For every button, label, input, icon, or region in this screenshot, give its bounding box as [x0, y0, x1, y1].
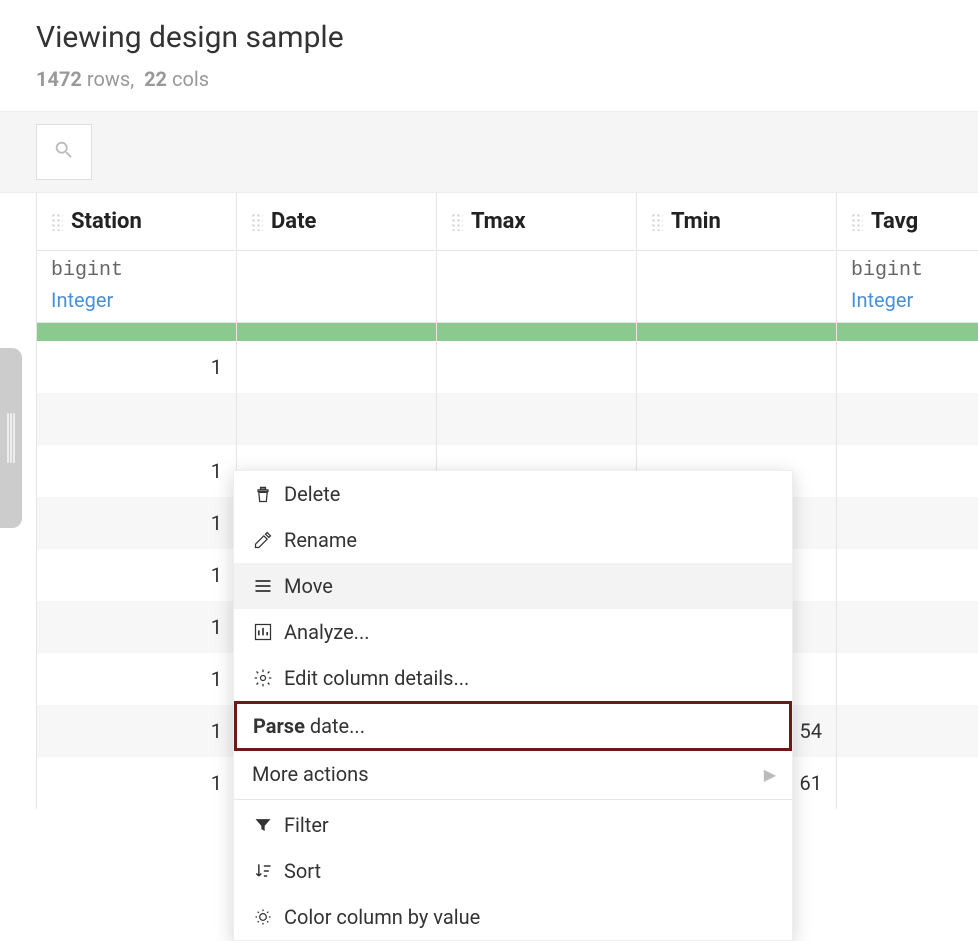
menu-label: Delete	[284, 482, 340, 506]
hamburger-icon	[252, 575, 274, 597]
table-row[interactable]: 42	[37, 393, 978, 445]
menu-move[interactable]: Move	[234, 563, 792, 609]
gear-icon	[252, 667, 274, 689]
cell: 1	[37, 601, 237, 653]
pencil-icon	[252, 529, 274, 551]
menu-filter[interactable]: Filter	[234, 802, 792, 848]
cols-label: cols	[172, 67, 209, 91]
green-bar	[837, 323, 978, 341]
menu-more-actions[interactable]: More actions ▶	[234, 751, 792, 797]
cell: 50	[837, 341, 978, 393]
menu-label: Move	[284, 574, 333, 598]
drag-handle-icon[interactable]	[851, 213, 863, 231]
col-name: Tmax	[471, 209, 526, 234]
cell: 1	[37, 549, 237, 601]
col-meaning[interactable]	[237, 284, 437, 323]
rows-label: rows,	[87, 67, 134, 91]
cell: 1	[37, 341, 237, 393]
cell: 1	[37, 497, 237, 549]
search-button[interactable]	[36, 124, 92, 180]
green-bar	[437, 323, 637, 341]
col-meaning[interactable]	[637, 284, 837, 323]
chevron-right-icon: ▶	[764, 765, 776, 784]
menu-rename[interactable]: Rename	[234, 517, 792, 563]
vertical-scrollbar-handle[interactable]	[0, 348, 22, 528]
menu-label: Edit column details...	[284, 666, 469, 690]
drag-handle-icon[interactable]	[451, 213, 463, 231]
menu-divider	[234, 799, 792, 800]
menu-label: Analyze...	[284, 620, 370, 644]
cell: 1	[37, 653, 237, 705]
col-name: Tavg	[871, 209, 918, 234]
column-header-station[interactable]: Station	[37, 193, 237, 251]
green-bar	[37, 323, 237, 341]
rows-count: 1472	[36, 67, 82, 91]
col-meaning[interactable]: Integer	[837, 284, 978, 323]
cell	[637, 341, 837, 393]
menu-label: Parse date...	[253, 714, 365, 738]
col-meaning[interactable]: Integer	[37, 284, 237, 323]
chart-icon	[252, 621, 274, 643]
cell	[437, 341, 637, 393]
cell: 49	[837, 497, 978, 549]
row-col-summary: 1472 rows, 22 cols	[36, 67, 942, 91]
menu-color-column[interactable]: Color column by value	[234, 894, 792, 940]
cell	[637, 393, 837, 445]
cell	[237, 341, 437, 393]
filter-icon	[252, 814, 274, 836]
menu-sort[interactable]: Sort	[234, 848, 792, 894]
cell: 49	[837, 601, 978, 653]
cell	[37, 393, 237, 445]
menu-label: Rename	[284, 528, 357, 552]
menu-edit-details[interactable]: Edit column details...	[234, 655, 792, 701]
green-bar	[637, 323, 837, 341]
menu-parse-date[interactable]: Parse date...	[234, 701, 792, 751]
col-name: Station	[71, 209, 142, 234]
cell: 53	[837, 549, 978, 601]
cell	[837, 705, 978, 757]
drag-handle-icon[interactable]	[651, 213, 663, 231]
cell	[237, 393, 437, 445]
column-header-tmax[interactable]: Tmax	[437, 193, 637, 251]
col-type	[637, 251, 837, 285]
col-meaning[interactable]	[437, 284, 637, 323]
col-type	[237, 251, 437, 285]
menu-analyze[interactable]: Analyze...	[234, 609, 792, 655]
menu-label: Filter	[284, 813, 329, 837]
cell: 42	[837, 393, 978, 445]
col-name: Date	[271, 209, 316, 234]
column-header-tmin[interactable]: Tmin	[637, 193, 837, 251]
menu-label: Color column by value	[284, 905, 480, 929]
cell: 47	[837, 653, 978, 705]
cell: 1	[37, 757, 237, 809]
menu-label: Sort	[284, 859, 321, 883]
col-type	[437, 251, 637, 285]
cell: 1	[37, 705, 237, 757]
drag-handle-icon[interactable]	[51, 213, 63, 231]
sun-icon	[252, 906, 274, 928]
column-context-menu: Delete Rename Move Analyze... Edit colum…	[233, 470, 793, 941]
table-row[interactable]: 1 50	[37, 341, 978, 393]
cell	[437, 393, 637, 445]
column-header-date[interactable]: Date	[237, 193, 437, 251]
cols-count: 22	[144, 67, 167, 91]
menu-label: More actions	[252, 762, 369, 786]
trash-icon	[252, 483, 274, 505]
cell: 1	[37, 445, 237, 497]
search-icon	[53, 139, 75, 165]
cell	[837, 757, 978, 809]
column-header-tavg[interactable]: Tavg	[837, 193, 978, 251]
page-title: Viewing design sample	[36, 20, 942, 55]
col-name: Tmin	[671, 209, 721, 234]
green-bar	[237, 323, 437, 341]
cell: 46	[837, 445, 978, 497]
drag-handle-icon[interactable]	[251, 213, 263, 231]
col-type: bigint	[37, 251, 237, 285]
menu-delete[interactable]: Delete	[234, 471, 792, 517]
col-type: bigint	[837, 251, 978, 285]
sort-icon	[252, 860, 274, 882]
